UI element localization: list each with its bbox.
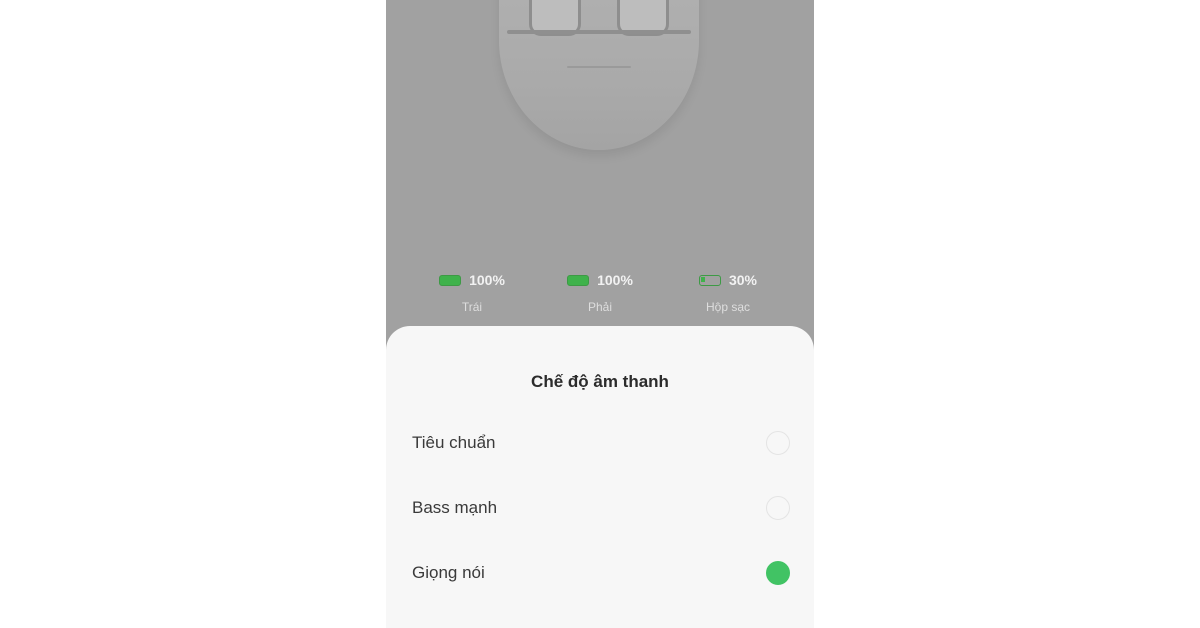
sound-mode-sheet: Chế độ âm thanh Tiêu chuẩn Bass mạnh Giọ… — [386, 326, 814, 628]
option-label: Tiêu chuẩn — [412, 433, 496, 452]
battery-status-row: 100% Trái 100% Phải 30% Hộp sạc — [386, 268, 814, 328]
phone-screen: 100% Trái 100% Phải 30% Hộp sạc Chế độ â… — [386, 0, 814, 628]
option-label: Bass mạnh — [412, 498, 498, 517]
earbuds-header: 100% Trái 100% Phải 30% Hộp sạc — [386, 0, 814, 350]
battery-left-label: Trái — [461, 300, 483, 314]
option-standard[interactable]: Tiêu chuẩn — [412, 423, 790, 463]
option-label: Giọng nói — [412, 563, 485, 582]
radio-button[interactable] — [766, 431, 790, 455]
option-voice[interactable]: Giọng nói — [412, 553, 790, 593]
radio-button-selected[interactable] — [766, 561, 790, 585]
case-hinge — [567, 66, 631, 68]
earbuds-case-image — [499, 0, 699, 150]
sheet-title: Chế độ âm thanh — [531, 372, 669, 391]
battery-left-value: 100% — [469, 272, 505, 288]
battery-left: 100% Trái — [412, 268, 532, 314]
battery-right-value: 100% — [597, 272, 633, 288]
radio-button[interactable] — [766, 496, 790, 520]
battery-right: 100% Phải — [540, 268, 660, 314]
battery-case: 30% Hộp sạc — [668, 268, 788, 314]
battery-case-label: Hộp sạc — [705, 300, 751, 314]
battery-low-icon — [698, 274, 721, 286]
battery-full-icon — [567, 274, 590, 286]
battery-case-value: 30% — [728, 272, 758, 288]
battery-full-icon — [439, 274, 462, 286]
option-bass-boost[interactable]: Bass mạnh — [412, 488, 790, 528]
case-lid-line — [507, 30, 691, 34]
battery-right-label: Phải — [587, 300, 613, 314]
